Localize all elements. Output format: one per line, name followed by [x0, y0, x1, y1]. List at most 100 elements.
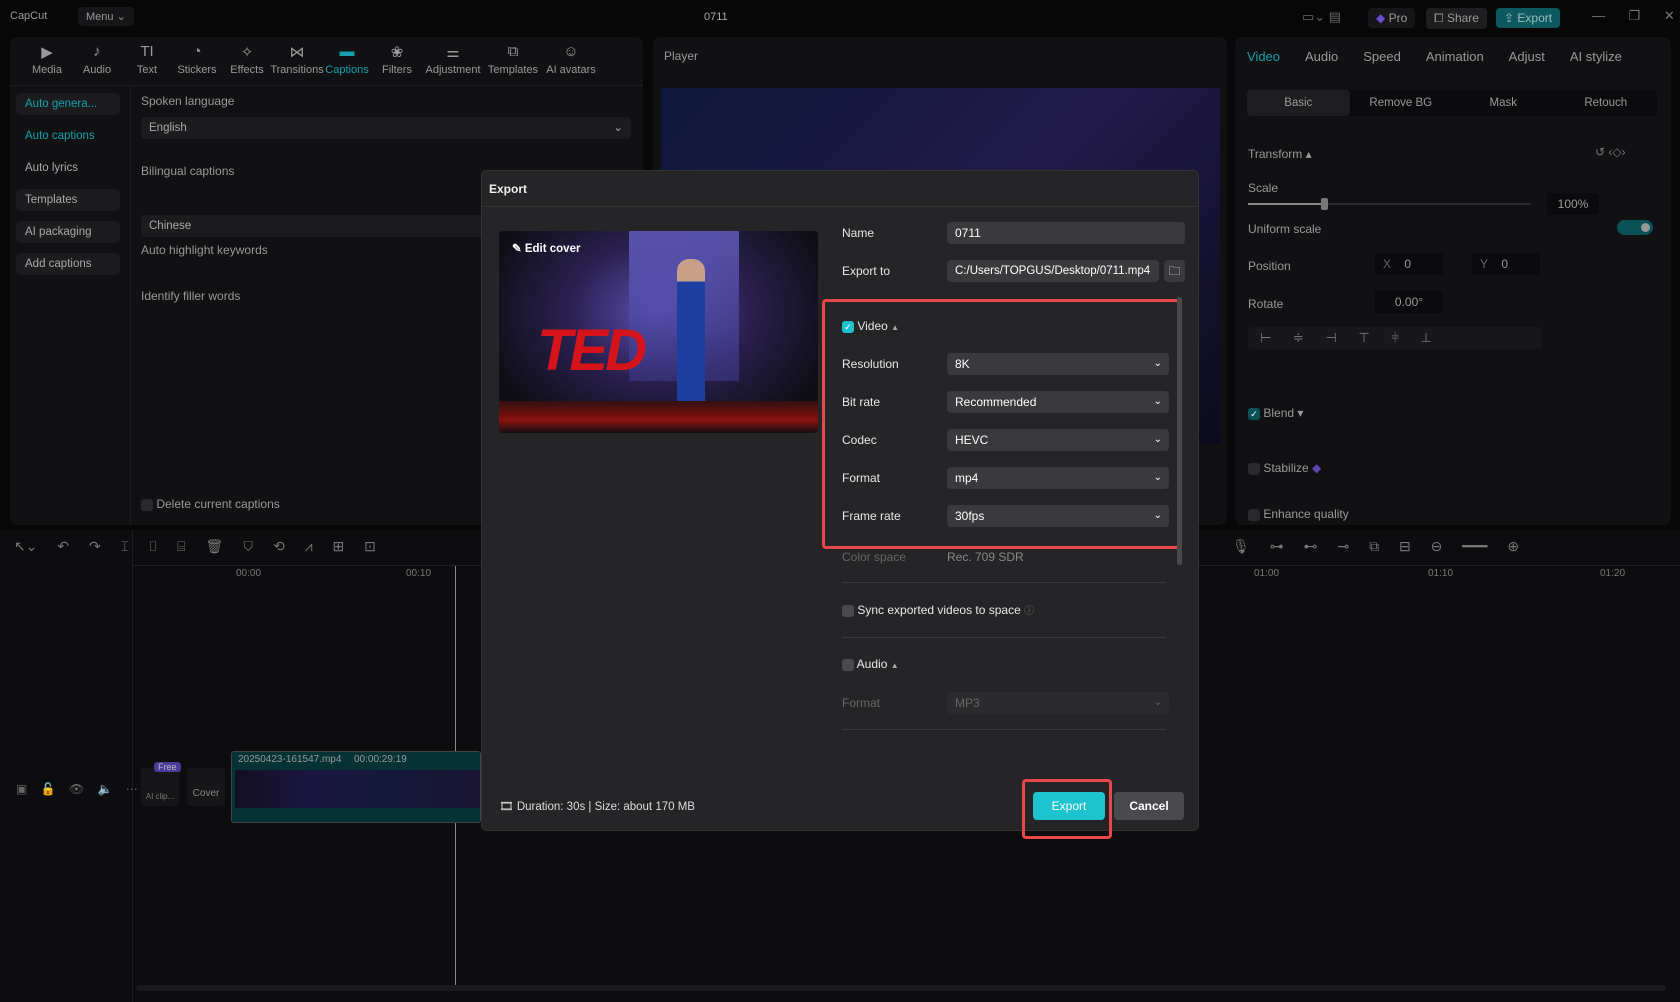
tab-ai-stylize[interactable]: AI stylize [1570, 49, 1622, 64]
tab-animation[interactable]: Animation [1426, 49, 1484, 64]
ai-clip-button[interactable]: AI clip... [141, 768, 179, 806]
pro-button[interactable]: ◆ Pro [1368, 8, 1415, 28]
tool-effects[interactable]: ✧Effects [222, 43, 272, 76]
cover-image[interactable]: TED ✎ Edit cover [499, 231, 818, 433]
enhance-checkbox[interactable]: Enhance quality [1248, 507, 1349, 521]
layout-icon[interactable]: ▭⌄ ▤ [1302, 9, 1341, 25]
tab-speed[interactable]: Speed [1363, 49, 1401, 64]
sidebar-item-auto-captions[interactable]: Auto captions [16, 125, 120, 147]
rotate-label: Rotate [1248, 297, 1283, 311]
share-button[interactable]: ⧠ Share [1426, 8, 1487, 29]
delete-captions-checkbox[interactable]: Delete current captions [141, 497, 280, 511]
video-clip[interactable]: 20250423-161547.mp4 00:00:29:19 [231, 751, 481, 823]
audio-section-toggle[interactable]: Audio ▲ [842, 657, 899, 671]
tool-templates[interactable]: ⧉Templates [484, 43, 542, 76]
video-section-toggle[interactable]: ✓ Video ▲ [842, 319, 899, 333]
bilingual-value: Chinese [149, 220, 191, 232]
top-export-button[interactable]: ⇪ Export [1496, 8, 1560, 28]
cancel-button[interactable]: Cancel [1114, 792, 1184, 820]
tool-transitions[interactable]: ⋈Transitions [272, 43, 322, 76]
checkbox [1248, 509, 1260, 521]
sidebar-item-ai-packaging[interactable]: AI packaging [16, 221, 120, 243]
spoken-language-select[interactable]: English⌄ [141, 117, 631, 139]
checkbox[interactable] [842, 659, 854, 671]
filler-words-label: Identify filler words [141, 289, 240, 303]
rotate-input[interactable]: 0.00° [1375, 291, 1443, 313]
filters-icon: ❀ [391, 43, 404, 61]
player-title: Player [664, 49, 698, 63]
tab-adjust[interactable]: Adjust [1509, 49, 1545, 64]
format-select[interactable]: mp4⌄ [947, 467, 1169, 489]
sidebar-item-auto-generate[interactable]: Auto genera... [16, 93, 120, 115]
dialog-scrollbar[interactable] [1177, 297, 1182, 565]
tool-label: Adjustment [425, 64, 480, 76]
menu-button[interactable]: Menu ⌄ [78, 7, 134, 26]
tool-stickers[interactable]: ◔Stickers [172, 43, 222, 76]
subtab-remove-bg[interactable]: Remove BG [1350, 90, 1453, 116]
tool-captions[interactable]: ▬Captions [322, 43, 372, 76]
diamond-icon: ◆ [1312, 461, 1321, 475]
ai-clip-label: AI clip... [146, 792, 174, 801]
cover-button[interactable]: Cover [187, 768, 225, 806]
transform-label[interactable]: Transform ▴ [1248, 147, 1312, 161]
scale-slider-handle[interactable] [1321, 198, 1328, 210]
timeline-right-tools[interactable]: 🎙 ⊶ ⊷ ⊸ ⧉ ⊟ ⊖ ━━━ ⊕ [1232, 538, 1519, 555]
scale-slider[interactable] [1248, 203, 1531, 205]
tool-adjustment[interactable]: ⚌Adjustment [422, 43, 484, 76]
timeline-toolbar[interactable]: ↖⌄ ↶ ↷ ⌶ ⌷ ⌸ 🗑 ⛉ ⟲ ⩘ ⊞ ⊡ [14, 538, 376, 555]
subtab-retouch[interactable]: Retouch [1555, 90, 1658, 116]
window-controls[interactable]: — ❐ ✕ [1592, 8, 1675, 24]
tab-video[interactable]: Video [1247, 49, 1280, 64]
uniform-scale-toggle[interactable] [1617, 220, 1653, 235]
resolution-select[interactable]: 8K⌄ [947, 353, 1169, 375]
help-icon[interactable]: ⓘ [1024, 606, 1034, 617]
x-value: 0 [1404, 257, 1411, 271]
audio-format-select[interactable]: MP3⌄ [947, 692, 1169, 714]
share-label: Share [1447, 11, 1479, 25]
clip-thumbnails [235, 770, 480, 808]
tool-label: Media [32, 64, 62, 76]
name-input[interactable]: 0711 [947, 222, 1185, 244]
sidebar-item-templates[interactable]: Templates [16, 189, 120, 211]
scale-slider-fill [1248, 203, 1324, 205]
tool-ai-avatars[interactable]: ☺AI avatars [542, 43, 600, 76]
capcut-logo: CapCut [10, 10, 47, 22]
align-toolbar[interactable]: ⊢ ≑ ⊣ ⊤ ⫩ ⊥ [1248, 327, 1542, 349]
framerate-select[interactable]: 30fps⌄ [947, 505, 1169, 527]
export-button[interactable]: Export [1033, 792, 1105, 820]
tool-filters[interactable]: ❀Filters [372, 43, 422, 76]
tool-media[interactable]: ▶Media [22, 43, 72, 76]
checkbox[interactable] [842, 605, 854, 617]
sidebar-item-auto-lyrics[interactable]: Auto lyrics [16, 157, 120, 179]
scale-input[interactable]: 100% [1547, 193, 1599, 215]
position-x-input[interactable]: X 0 [1375, 253, 1443, 275]
tool-label: Effects [230, 64, 263, 76]
track-controls[interactable]: ▣ 🔓 👁 🔈 ⋯ [16, 782, 138, 796]
captions-sidebar: Auto genera... Auto captions Auto lyrics… [16, 93, 120, 285]
bitrate-select[interactable]: Recommended⌄ [947, 391, 1169, 413]
tab-audio[interactable]: Audio [1305, 49, 1338, 64]
chevron-down-icon: ⌄ [1154, 505, 1162, 527]
subtab-mask[interactable]: Mask [1452, 90, 1555, 116]
chevron-down-icon: ⌄ [1154, 692, 1162, 714]
blend-checkbox[interactable]: ✓ Blend ▾ [1248, 406, 1303, 420]
x-label: X [1383, 257, 1391, 271]
pro-label: Pro [1389, 11, 1408, 25]
checkbox[interactable] [141, 499, 153, 511]
tool-audio[interactable]: ♪Audio [72, 43, 122, 76]
tool-text[interactable]: TIText [122, 43, 172, 76]
sidebar-item-add-captions[interactable]: Add captions [16, 253, 120, 275]
edit-cover-button[interactable]: ✎ Edit cover [512, 241, 580, 255]
codec-select[interactable]: HEVC⌄ [947, 429, 1169, 451]
export-path-input[interactable]: C:/Users/TOPGUS/Desktop/0711.mp4 [947, 260, 1159, 282]
timeline-scrollbar[interactable] [136, 985, 1666, 991]
divider [10, 85, 643, 86]
check-icon[interactable]: ✓ [842, 321, 854, 333]
stabilize-checkbox[interactable]: Stabilize ◆ [1248, 461, 1321, 475]
sync-checkbox[interactable]: Sync exported videos to space ⓘ [842, 602, 1034, 617]
tool-label: Captions [325, 64, 368, 76]
subtab-basic[interactable]: Basic [1247, 90, 1350, 116]
position-y-input[interactable]: Y 0 [1472, 253, 1540, 275]
folder-icon[interactable]: 🗀 [1164, 260, 1185, 282]
keyframe-icon[interactable]: ↺ ‹◇› [1595, 145, 1626, 159]
